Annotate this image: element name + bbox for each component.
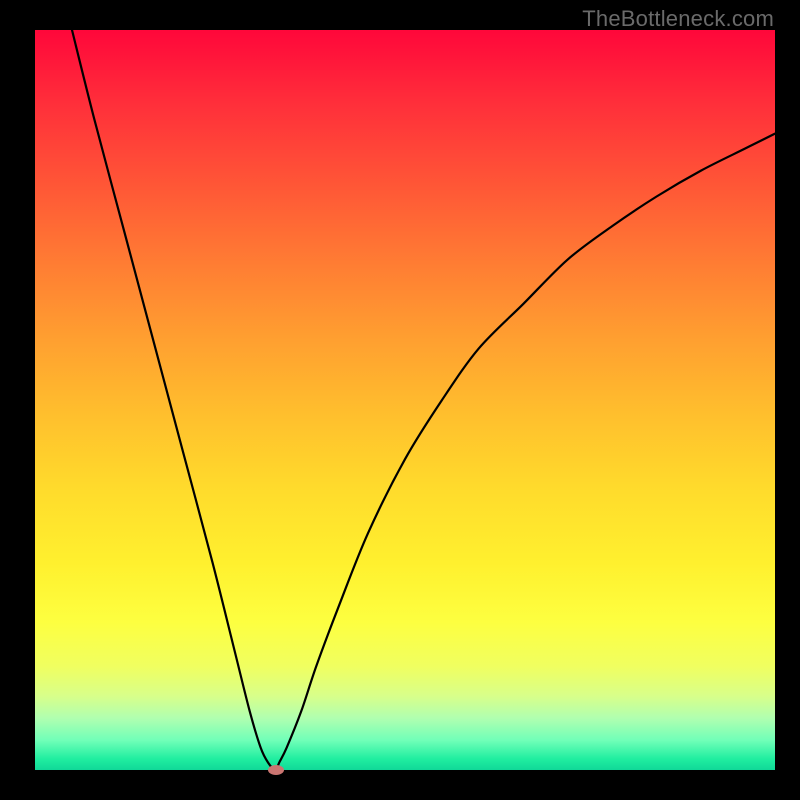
optimum-marker	[268, 765, 284, 775]
chart-frame: TheBottleneck.com	[0, 0, 800, 800]
plot-area	[35, 30, 775, 770]
bottleneck-curve	[35, 30, 775, 770]
watermark-text: TheBottleneck.com	[582, 6, 774, 32]
